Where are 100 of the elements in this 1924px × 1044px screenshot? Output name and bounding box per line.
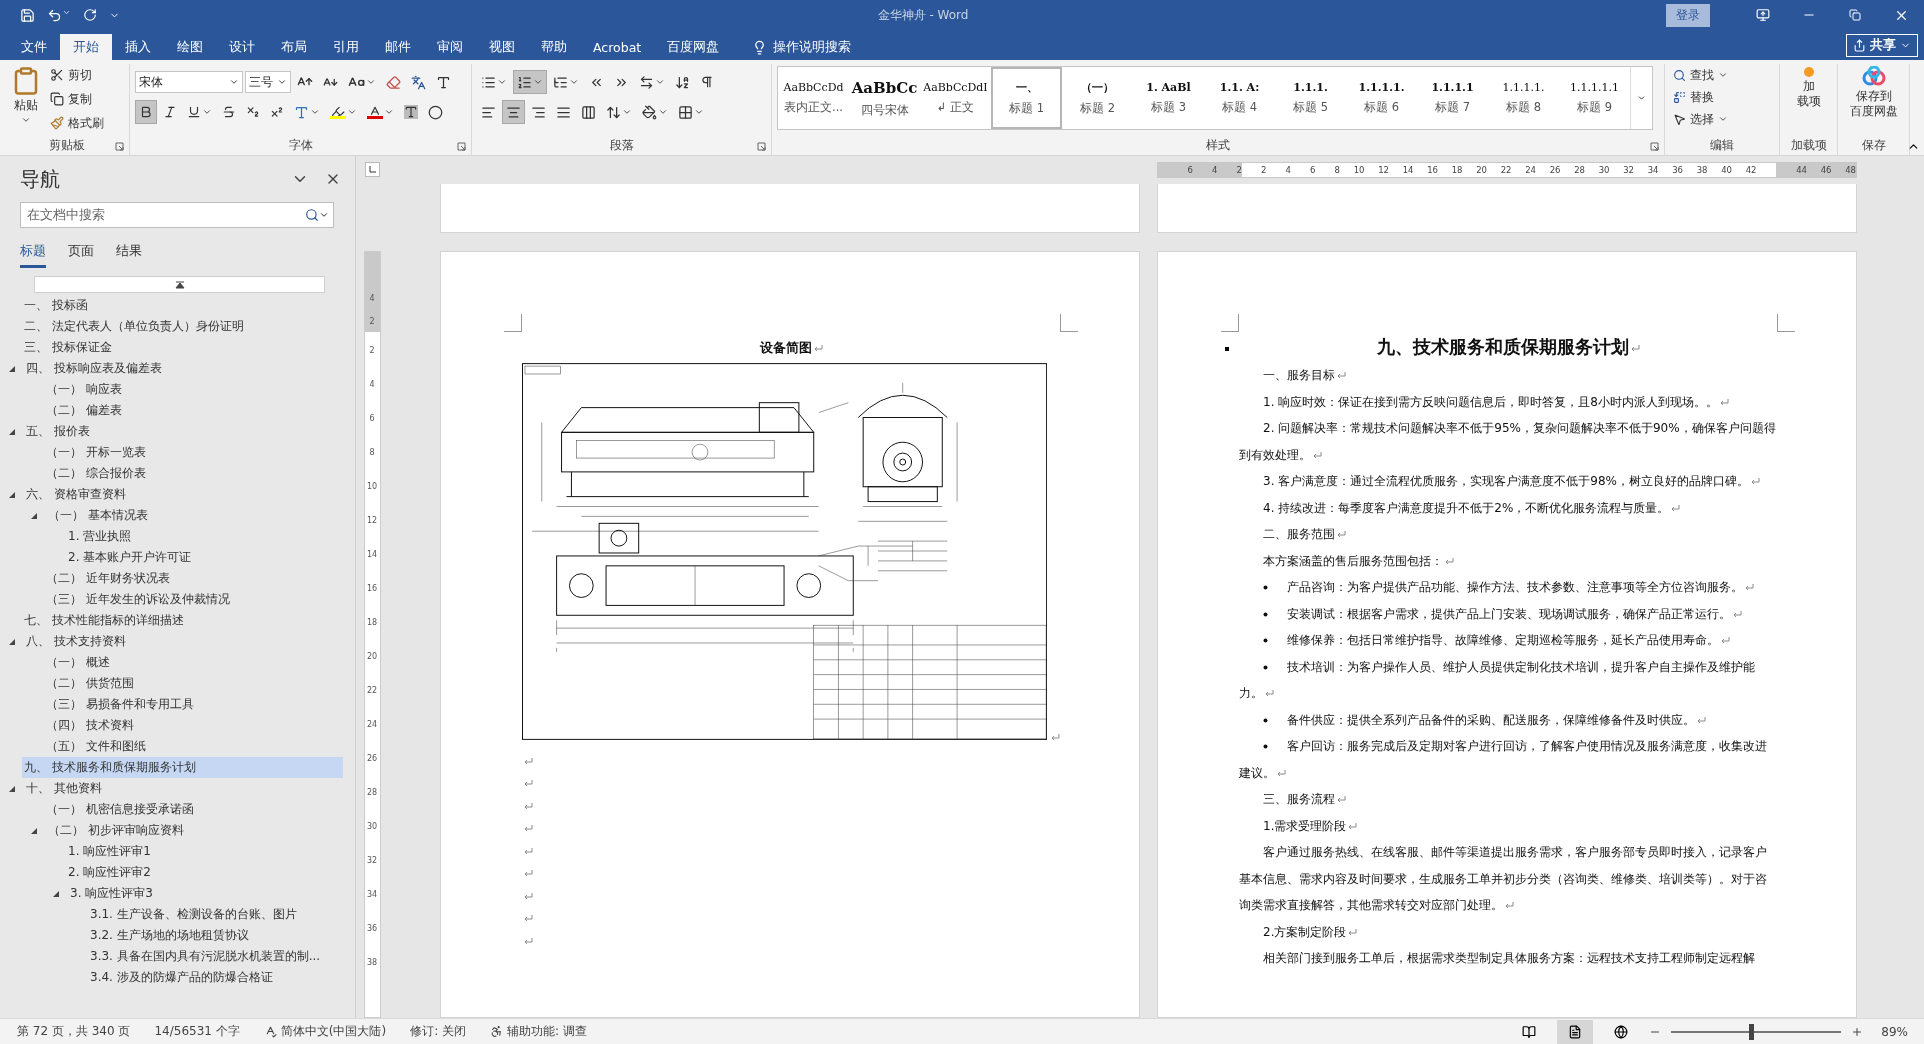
dialog-launcher-icon[interactable] [1650,142,1659,151]
ribbon-tab[interactable]: Acrobat [580,34,655,60]
nav-heading-item[interactable]: 3.1. 生产设备、检测设备的台账、图片 [22,904,343,925]
nav-heading-item[interactable]: （二） 初步评审响应资料 [22,820,343,841]
ribbon-tab[interactable]: 视图 [476,34,528,60]
nav-heading-item[interactable]: 2. 响应性评审2 [22,862,343,883]
font-size-field[interactable]: 三号 [245,71,291,93]
nav-heading-item[interactable]: （一） 概述 [22,652,343,673]
ruler-number: 2 [1235,164,1242,177]
nav-heading-item[interactable]: 1. 响应性评审1 [22,841,343,862]
nav-heading-item[interactable]: 2. 基本账户开户许可证 [22,547,343,568]
nav-heading-item[interactable]: 五、 报价表 [22,421,343,442]
dialog-launcher-icon[interactable] [457,142,466,151]
nav-heading-item[interactable]: 七、 技术性能指标的详细描述 [22,610,343,631]
nav-heading-item[interactable]: 十、 其他资料 [22,778,343,799]
ribbon-tab[interactable]: 绘图 [164,34,216,60]
login-button[interactable]: 登录 [1666,3,1710,27]
nav-tab[interactable]: 标题 [20,242,46,268]
save-button[interactable] [20,7,35,23]
zoom-in-button[interactable] [1851,1025,1864,1038]
nav-heading-item[interactable]: （二） 供货范围 [22,673,343,694]
dialog-launcher-icon[interactable] [115,142,124,151]
nav-heading-item[interactable]: （五） 文件和图纸 [22,736,343,757]
body-paragraph: 相关部门接到服务工单后，根据需求类型制定具体服务方案：远程技术支持工程师制定远程解 [1262,950,1756,967]
ribbon-tab[interactable]: 帮助 [528,34,580,60]
nav-heading-item[interactable]: （二） 偏差表 [22,400,343,421]
undo-button[interactable] [47,7,71,23]
nav-heading-item[interactable]: （二） 近年财务状况表 [22,568,343,589]
nav-heading-item[interactable]: （一） 机密信息接受承诺函 [22,799,343,820]
ribbon-tab[interactable]: 布局 [268,34,320,60]
ribbon-tab[interactable]: 开始 [60,34,112,60]
nav-tab[interactable]: 页面 [68,242,94,268]
nav-heading-item[interactable]: 二、 法定代表人（单位负责人）身份证明 [22,316,343,337]
cut-button[interactable]: 剪切 [47,64,107,86]
find-button[interactable]: 查找 [1670,64,1731,86]
chevron-down-icon[interactable] [319,210,329,220]
ruler-number: 12 [366,516,378,527]
search-field[interactable]: 在文档中搜索 [20,202,334,228]
nav-heading-item[interactable]: 八、 技术支持资料 [22,631,343,652]
language-status[interactable]: 简体中文(中国大陆) [263,1023,387,1040]
chevron-down-icon [347,107,357,117]
zoom-slider-thumb[interactable] [1749,1023,1755,1040]
nav-tab[interactable]: 结果 [116,242,142,268]
select-button[interactable]: 选择 [1670,108,1731,130]
nav-heading-item[interactable]: 四、 投标响应表及偏差表 [22,358,343,379]
ruler-number: 42 [1744,164,1757,177]
nav-heading-item[interactable]: （三） 易损备件和专用工具 [22,694,343,715]
nav-heading-item[interactable]: 3.4. 涉及的防爆产品的防爆合格证 [22,967,343,988]
nav-heading-item[interactable]: 三、 投标保证金 [22,337,343,358]
body-paragraph: 二、服务范围 [1239,521,1777,548]
save-to-cloud-button[interactable]: 保存到 百度网盘 [1847,64,1900,135]
bullet-paragraph: 产品咨询：为客户提供产品功能、操作方法、技术参数、注意事项等全方位咨询服务。 [1239,574,1777,601]
print-layout-button[interactable] [1557,1019,1594,1044]
ribbon-tab[interactable]: 插入 [112,34,164,60]
nav-heading-item[interactable]: 3. 响应性评审3 [22,883,343,904]
ribbon-tab[interactable]: 文件 [8,34,60,60]
word-count[interactable]: 14/56531 个字 [154,1023,240,1040]
nav-heading-item[interactable]: （三） 近年发生的诉讼及仲裁情况 [22,589,343,610]
nav-heading-item[interactable]: （一） 基本情况表 [22,505,343,526]
nav-heading-item[interactable]: 1. 营业执照 [22,526,343,547]
nav-heading-item[interactable]: 九、 技术服务和质保期服务计划 [22,757,343,778]
nav-heading-item[interactable]: 3.2. 生产场地的场地租赁协议 [22,925,343,946]
align-center-button[interactable] [502,100,525,124]
ribbon-tab[interactable]: 邮件 [372,34,424,60]
ribbon-tab[interactable]: 审阅 [424,34,476,60]
numbering-button[interactable] [513,70,547,94]
search-icon[interactable] [305,208,319,222]
replace-button[interactable]: 替换 [1670,86,1731,108]
nav-heading-item[interactable]: （二） 综合报价表 [22,463,343,484]
body-paragraph: 1. 响应时效：保证在接到需方反映问题信息后，即时答复，且8小时内派人到现场。。 [1239,388,1777,415]
page-count[interactable]: 第 72 页，共 340 页 [17,1023,131,1040]
ruler-number: 48 [1844,164,1856,177]
ribbon-tab[interactable]: 百度网盘 [654,34,733,60]
nav-heading-item[interactable]: （一） 开标一览表 [22,442,343,463]
ribbon-tab[interactable]: 设计 [216,34,268,60]
accessibility-status[interactable]: 辅助功能: 调查 [490,1023,587,1040]
nav-heading-item[interactable]: 3.3. 具备在国内具有污泥脱水机装置的制... [22,946,343,967]
paste-button[interactable]: 粘贴 [9,64,43,135]
nav-heading-item[interactable]: （一） 响应表 [22,379,343,400]
redo-button[interactable] [83,8,97,22]
format-painter-button[interactable]: 格式刷 [47,112,107,134]
font-name-field[interactable]: 宋体 [135,71,243,93]
ribbon-tab[interactable]: 引用 [320,34,372,60]
tell-me-search[interactable]: 操作说明搜索 [746,34,858,60]
style-name: 标题 6 [1364,100,1399,115]
add-ins-button[interactable]: 加 载项 [1794,64,1823,135]
nav-heading-item[interactable]: 一、 投标函 [22,295,343,316]
zoom-percent[interactable]: 89% [1881,1024,1908,1039]
tab-selector-button[interactable] [364,162,380,177]
bullet-icon [1263,664,1268,670]
nav-heading-item[interactable]: （四） 技术资料 [22,715,343,736]
track-changes-status[interactable]: 修订: 关闭 [410,1023,466,1040]
columns-icon [581,104,596,120]
copy-button[interactable]: 复制 [47,88,107,110]
share-button[interactable]: 共享 [1846,34,1918,57]
window-title: 金华神舟 - Word [876,6,970,24]
nav-heading-item[interactable]: 六、 资格审查资料 [22,484,343,505]
dialog-launcher-icon[interactable] [757,142,766,151]
bold-button[interactable] [135,100,157,124]
style-item[interactable]: 一、 标题 1 [991,67,1062,129]
